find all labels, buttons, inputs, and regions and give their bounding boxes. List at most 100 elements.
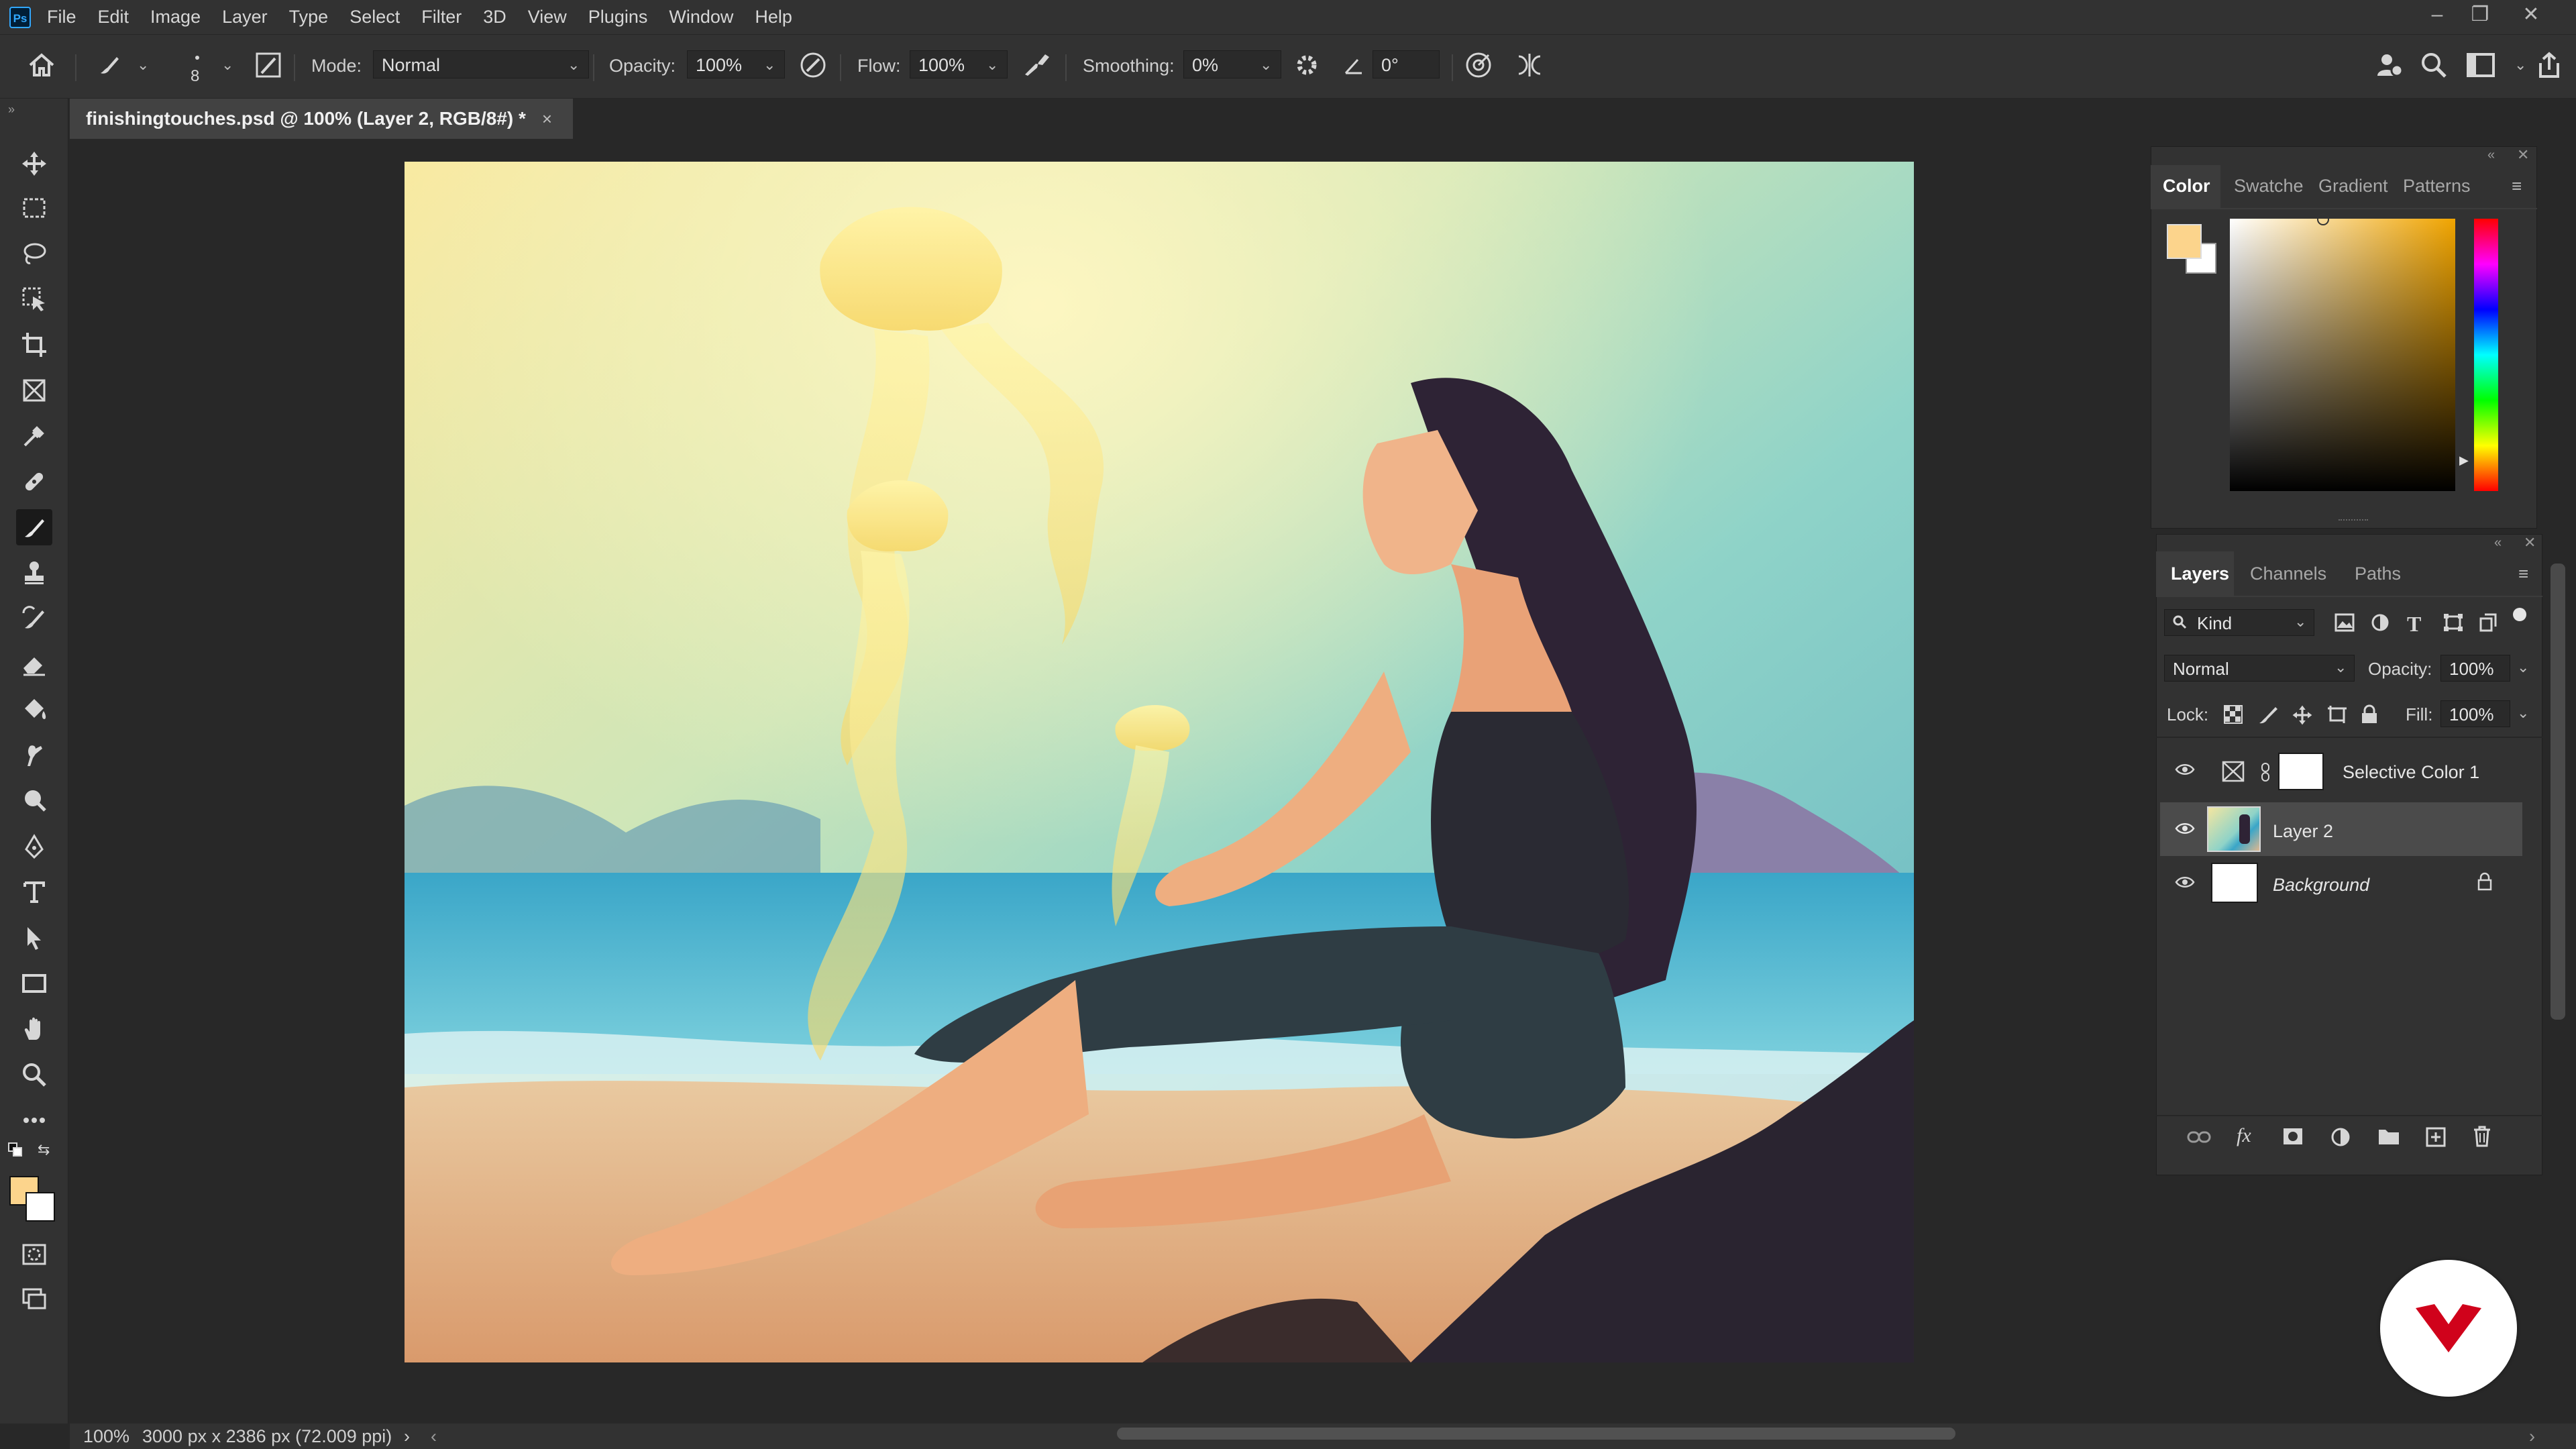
- color-picker-cursor[interactable]: [2317, 213, 2329, 225]
- tab-patterns[interactable]: Patterns: [2403, 176, 2471, 197]
- frame-tool-icon[interactable]: [16, 372, 52, 409]
- history-brush-tool-icon[interactable]: [16, 600, 52, 637]
- brush-preset-icon[interactable]: [93, 49, 125, 81]
- angle-field[interactable]: 0°: [1373, 50, 1440, 78]
- layer-name[interactable]: Background: [2273, 875, 2369, 896]
- lasso-tool-icon[interactable]: [16, 235, 52, 272]
- collapse-panel-icon[interactable]: «: [2487, 148, 2495, 163]
- new-group-folder-icon[interactable]: [2377, 1127, 2400, 1149]
- tab-channels[interactable]: Channels: [2250, 564, 2326, 584]
- hand-tool-icon[interactable]: [16, 1011, 52, 1047]
- document-tab[interactable]: finishingtouches.psd @ 100% (Layer 2, RG…: [70, 99, 573, 139]
- visibility-eye-icon[interactable]: [2175, 875, 2195, 893]
- opacity-chevron-icon[interactable]: ⌄: [763, 56, 775, 74]
- layer-opacity-field[interactable]: 100%: [2440, 655, 2510, 682]
- delete-layer-trash-icon[interactable]: [2473, 1126, 2491, 1150]
- chain-link-icon[interactable]: [2261, 762, 2270, 786]
- screen-mode-icon[interactable]: [16, 1281, 52, 1317]
- object-selection-tool-icon[interactable]: [16, 281, 52, 317]
- layers-panel-menu-icon[interactable]: ≡: [2518, 564, 2528, 584]
- horizontal-scrollbar[interactable]: [1117, 1428, 1955, 1440]
- mode-chevron-icon[interactable]: ⌄: [568, 56, 580, 74]
- airbrush-icon[interactable]: [1021, 49, 1053, 81]
- smoothing-chevron-icon[interactable]: ⌄: [1260, 56, 1272, 74]
- add-mask-icon[interactable]: [2282, 1127, 2304, 1149]
- filter-smart-object-icon[interactable]: [2478, 613, 2497, 635]
- blend-mode-select[interactable]: Normal: [2164, 655, 2355, 682]
- layer-thumbnail[interactable]: [2211, 863, 2258, 903]
- close-window-button[interactable]: ✕: [2508, 0, 2555, 30]
- new-adjustment-layer-icon[interactable]: [2330, 1127, 2351, 1150]
- blend-mode-chevron-icon[interactable]: ⌄: [2334, 659, 2347, 676]
- brush-size-chevron-icon[interactable]: ⌄: [221, 56, 233, 74]
- collapse-layers-panel-icon[interactable]: «: [2494, 535, 2502, 551]
- scroll-left-icon[interactable]: ‹: [431, 1426, 437, 1447]
- menu-select[interactable]: Select: [350, 7, 400, 28]
- filter-chevron-icon[interactable]: ⌄: [2294, 613, 2306, 631]
- canvas-artwork[interactable]: [405, 162, 1914, 1362]
- mode-select[interactable]: Normal: [373, 50, 589, 78]
- visibility-eye-icon[interactable]: [2175, 762, 2195, 780]
- symmetry-icon[interactable]: [1513, 49, 1546, 81]
- filter-toggle-icon[interactable]: [2513, 608, 2526, 621]
- rectangle-tool-icon[interactable]: [16, 965, 52, 1002]
- menu-edit[interactable]: Edit: [98, 7, 129, 28]
- lock-all-icon[interactable]: [2360, 704, 2379, 728]
- vertical-scrollbar[interactable]: [2551, 564, 2565, 1020]
- menu-file[interactable]: File: [47, 7, 76, 28]
- move-tool-icon[interactable]: [16, 146, 52, 182]
- scroll-right-icon[interactable]: ›: [2529, 1426, 2535, 1447]
- layer-mask-thumbnail[interactable]: [2278, 753, 2324, 790]
- clone-stamp-tool-icon[interactable]: [16, 555, 52, 591]
- default-colors-icon[interactable]: [8, 1142, 23, 1161]
- pressure-opacity-icon[interactable]: [797, 49, 829, 81]
- share-icon[interactable]: [2533, 49, 2565, 81]
- tab-gradients[interactable]: Gradient: [2318, 176, 2388, 197]
- path-selection-tool-icon[interactable]: [16, 920, 52, 956]
- collapse-toolbox-icon[interactable]: »: [8, 103, 15, 117]
- menu-view[interactable]: View: [528, 7, 567, 28]
- background-color-swatch[interactable]: [25, 1192, 55, 1222]
- tab-layers[interactable]: Layers: [2171, 564, 2229, 584]
- zoom-level[interactable]: 100%: [83, 1426, 129, 1447]
- dodge-tool-icon[interactable]: [16, 783, 52, 819]
- layer-row-layer-2[interactable]: Layer 2: [2160, 802, 2522, 856]
- lock-pixels-icon[interactable]: [2258, 704, 2279, 728]
- filter-pixel-icon[interactable]: [2334, 613, 2355, 635]
- gear-icon[interactable]: [1291, 49, 1323, 81]
- menu-plugins[interactable]: Plugins: [588, 7, 648, 28]
- fill-chevron-icon[interactable]: ⌄: [2517, 704, 2529, 722]
- close-layers-panel-icon[interactable]: ✕: [2524, 534, 2536, 551]
- menu-3d[interactable]: 3D: [483, 7, 506, 28]
- layer-style-fx-icon[interactable]: fx: [2237, 1124, 2251, 1147]
- close-panel-icon[interactable]: ✕: [2517, 146, 2529, 164]
- close-tab-icon[interactable]: ×: [542, 109, 552, 129]
- filter-shape-icon[interactable]: [2443, 613, 2463, 635]
- home-icon[interactable]: [25, 49, 58, 81]
- flow-chevron-icon[interactable]: ⌄: [986, 56, 998, 74]
- smudge-tool-icon[interactable]: [16, 737, 52, 773]
- quick-mask-icon[interactable]: [16, 1236, 52, 1273]
- marquee-tool-icon[interactable]: [16, 190, 52, 226]
- menu-filter[interactable]: Filter: [421, 7, 462, 28]
- brush-size-value[interactable]: 8: [191, 67, 199, 86]
- brush-tool-icon[interactable]: [16, 509, 52, 545]
- filter-type-icon[interactable]: T: [2407, 612, 2421, 637]
- search-icon[interactable]: [2418, 49, 2450, 81]
- new-layer-icon[interactable]: [2426, 1127, 2446, 1150]
- eyedropper-tool-icon[interactable]: [16, 418, 52, 454]
- color-picker-field[interactable]: [2230, 219, 2455, 491]
- minimize-button[interactable]: –: [2414, 0, 2461, 30]
- share-profile-icon[interactable]: [2373, 49, 2406, 81]
- lock-transparent-icon[interactable]: [2223, 704, 2243, 728]
- status-menu-arrow-icon[interactable]: ›: [404, 1426, 410, 1447]
- workspace-chevron-icon[interactable]: ⌄: [2514, 56, 2526, 74]
- pen-tool-icon[interactable]: [16, 828, 52, 865]
- photoshop-logo[interactable]: Ps: [9, 6, 31, 28]
- zoom-tool-icon[interactable]: [16, 1057, 52, 1093]
- lock-position-icon[interactable]: [2292, 704, 2313, 729]
- brush-preset-chevron-icon[interactable]: ⌄: [137, 56, 149, 74]
- tab-color[interactable]: Color: [2163, 176, 2210, 197]
- menu-type[interactable]: Type: [289, 7, 329, 28]
- tab-swatches[interactable]: Swatche: [2234, 176, 2304, 197]
